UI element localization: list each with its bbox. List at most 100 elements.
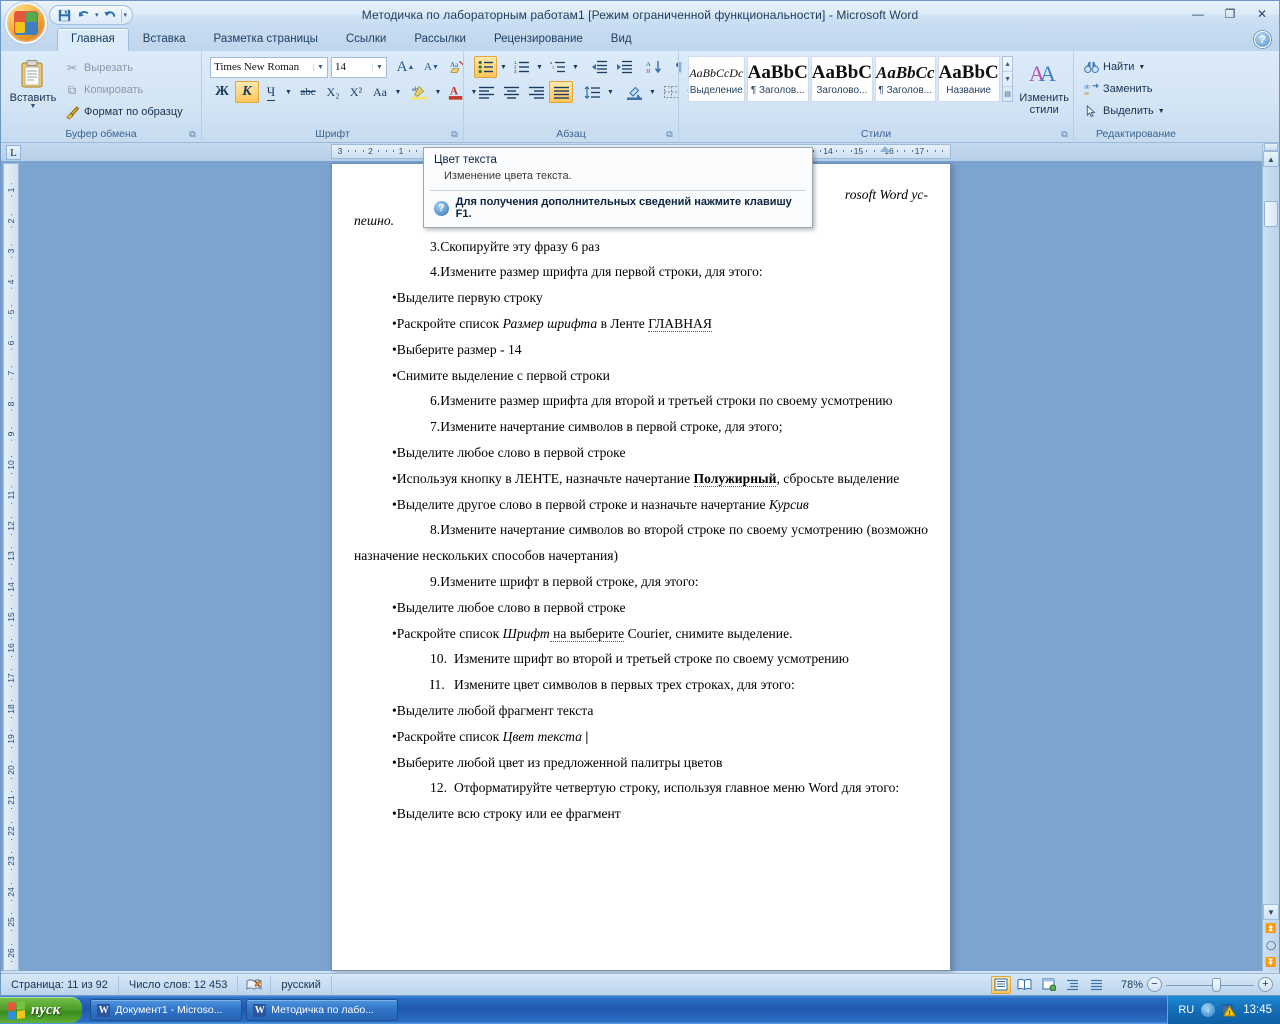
replace-button[interactable]: ab ac Заменить bbox=[1080, 78, 1155, 100]
document-paragraph[interactable]: 8. Измените начертание символов во второ… bbox=[354, 517, 928, 569]
zoom-out-button[interactable]: − bbox=[1147, 977, 1162, 992]
style-item-3[interactable]: AaBbCc ¶ Заголов... bbox=[874, 56, 936, 102]
align-left-button[interactable] bbox=[474, 81, 498, 103]
clipboard-dialog-launcher[interactable]: ⧉ bbox=[187, 129, 198, 140]
tab-view[interactable]: Вид bbox=[597, 28, 646, 51]
undo-icon[interactable] bbox=[75, 7, 93, 24]
status-page-number[interactable]: Страница: 11 из 92 bbox=[1, 975, 119, 994]
highlight-dropdown-icon[interactable]: ▼ bbox=[433, 81, 443, 103]
scroll-down-button[interactable]: ▼ bbox=[1263, 904, 1279, 920]
hanging-indent-marker[interactable] bbox=[880, 146, 890, 152]
select-dropdown-icon[interactable]: ▼ bbox=[1158, 108, 1165, 115]
style-item-1[interactable]: AaBbC ¶ Заголов... bbox=[746, 56, 809, 102]
style-item-4[interactable]: AaBbC Название bbox=[937, 56, 1000, 102]
font-size-combobox[interactable]: 14 ▼ bbox=[331, 56, 387, 78]
multilevel-dropdown-icon[interactable]: ▼ bbox=[570, 56, 581, 78]
underline-dropdown-icon[interactable]: ▼ bbox=[283, 81, 294, 103]
numbered-list-icon[interactable]: 123 bbox=[510, 56, 533, 78]
increase-indent-button[interactable] bbox=[612, 56, 636, 78]
scroll-thumb[interactable] bbox=[1264, 201, 1278, 227]
document-paragraph[interactable]: 6. Измените размер шрифта для второй и т… bbox=[354, 388, 928, 414]
document-paragraph[interactable]: •Выделите любое слово в первой строке bbox=[354, 595, 928, 621]
format-painter-button[interactable]: Формат по образцу bbox=[61, 101, 186, 123]
restore-button[interactable]: ❐ bbox=[1219, 5, 1241, 23]
warning-icon[interactable]: ! bbox=[1221, 1003, 1237, 1017]
document-paragraph[interactable]: 7. Измените начертание символов в первой… bbox=[354, 414, 928, 440]
minimize-button[interactable]: — bbox=[1187, 5, 1209, 23]
cut-button[interactable]: ✂ Вырезать bbox=[61, 57, 186, 79]
document-paragraph[interactable]: •Выделите первую строку bbox=[354, 285, 928, 311]
document-paragraph[interactable]: •Раскройте список Шрифт на выберите Cour… bbox=[354, 621, 928, 647]
paste-dropdown-icon[interactable]: ▼ bbox=[30, 103, 37, 110]
view-web-layout-button[interactable] bbox=[1039, 976, 1059, 994]
undo-dropdown-icon[interactable]: ▾ bbox=[95, 11, 99, 19]
find-dropdown-icon[interactable]: ▼ bbox=[1138, 64, 1145, 71]
line-spacing-button[interactable] bbox=[580, 81, 604, 103]
document-paragraph[interactable]: •Снимите выделение с первой строки bbox=[354, 363, 928, 389]
status-word-count[interactable]: Число слов: 12 453 bbox=[119, 975, 239, 994]
tab-insert[interactable]: Вставка bbox=[129, 28, 200, 51]
tab-mailings[interactable]: Рассылки bbox=[400, 28, 480, 51]
styles-more-icon[interactable]: ▤ bbox=[1002, 86, 1013, 101]
styles-dialog-launcher[interactable]: ⧉ bbox=[1059, 129, 1070, 140]
zoom-in-button[interactable]: + bbox=[1258, 977, 1273, 992]
decrease-indent-button[interactable] bbox=[587, 56, 611, 78]
view-draft-button[interactable] bbox=[1087, 976, 1107, 994]
help-icon[interactable]: ? bbox=[1254, 31, 1271, 48]
paragraph-dialog-launcher[interactable]: ⧉ bbox=[664, 129, 675, 140]
change-case-dropdown-icon[interactable]: ▼ bbox=[393, 81, 403, 103]
document-text-area[interactable]: rosoft Word ус-пешно. 3. Скопируйте эту ф… bbox=[332, 164, 950, 827]
zoom-slider[interactable] bbox=[1166, 977, 1254, 992]
font-dialog-launcher[interactable]: ⧉ bbox=[449, 129, 460, 140]
italic-button[interactable]: К bbox=[235, 81, 259, 103]
document-paragraph[interactable]: •Выделите любой фрагмент текста bbox=[354, 698, 928, 724]
document-paragraph[interactable]: •Выделите любое слово в первой строке bbox=[354, 440, 928, 466]
document-paragraph[interactable]: 10. Измените шрифт во второй и третьей ст… bbox=[354, 646, 928, 672]
bullets-dropdown-icon[interactable]: ▼ bbox=[498, 56, 509, 78]
numbering-dropdown-icon[interactable]: ▼ bbox=[534, 56, 545, 78]
paste-button[interactable]: Вставить ▼ bbox=[5, 56, 61, 110]
previous-page-button[interactable]: ⏫ bbox=[1263, 920, 1279, 937]
close-button[interactable]: ✕ bbox=[1251, 5, 1273, 23]
find-button[interactable]: Найти ▼ bbox=[1080, 56, 1148, 78]
shading-dropdown-icon[interactable]: ▼ bbox=[647, 81, 658, 103]
bold-button[interactable]: Ж bbox=[210, 81, 234, 103]
document-paragraph[interactable]: •Раскройте список Цвет текста | bbox=[354, 724, 928, 750]
document-paragraph[interactable]: 4. Измените размер шрифта для первой стр… bbox=[354, 259, 928, 285]
proofing-errors-icon[interactable] bbox=[238, 975, 272, 994]
next-page-button[interactable]: ⏬ bbox=[1263, 954, 1279, 971]
shading-icon[interactable] bbox=[622, 81, 646, 103]
font-name-combobox[interactable]: Times New Roman ▼ bbox=[210, 56, 328, 78]
styles-scroll-up-icon[interactable]: ▲ bbox=[1003, 57, 1013, 71]
change-styles-button[interactable]: A A Изменить стили bbox=[1019, 56, 1069, 116]
zoom-level-label[interactable]: 78% bbox=[1121, 979, 1143, 991]
text-highlight-button[interactable]: ab bbox=[408, 81, 432, 103]
styles-gallery-scrollbar[interactable]: ▲ ▼ ▤ bbox=[1001, 56, 1014, 102]
document-paragraph[interactable]: •Используя кнопку в ЛЕНТЕ, назначьте нач… bbox=[354, 466, 928, 492]
justify-button[interactable] bbox=[549, 81, 573, 103]
zoom-slider-thumb[interactable] bbox=[1211, 977, 1221, 992]
document-paragraph[interactable]: •Раскройте список Размер шрифта в Ленте … bbox=[354, 311, 928, 337]
document-paragraph[interactable]: 3. Скопируйте эту фразу 6 раз bbox=[354, 234, 928, 260]
strikethrough-button[interactable]: abc bbox=[295, 81, 321, 103]
font-name-dropdown-icon[interactable]: ▼ bbox=[313, 63, 327, 71]
copy-button[interactable]: ⧉ Копировать bbox=[61, 79, 186, 101]
select-button[interactable]: Выделить ▼ bbox=[1080, 100, 1168, 122]
tab-review[interactable]: Рецензирование bbox=[480, 28, 597, 51]
view-full-screen-reading-button[interactable] bbox=[1015, 976, 1035, 994]
style-item-2[interactable]: AaBbC Заголово... bbox=[810, 56, 873, 102]
show-hidden-icons-icon[interactable]: ‹ bbox=[1201, 1003, 1216, 1017]
save-icon[interactable] bbox=[55, 7, 73, 24]
align-right-button[interactable] bbox=[524, 81, 548, 103]
change-case-button[interactable]: Aa bbox=[368, 81, 392, 103]
document-page[interactable]: rosoft Word ус-пешно. 3. Скопируйте эту ф… bbox=[331, 163, 951, 971]
subscript-button[interactable]: X₂ bbox=[322, 81, 344, 103]
multilevel-list-icon[interactable]: a1 bbox=[546, 56, 569, 78]
tab-home[interactable]: Главная bbox=[57, 28, 129, 51]
redo-icon[interactable] bbox=[101, 7, 119, 24]
underline-button[interactable]: Ч bbox=[260, 81, 282, 103]
view-outline-button[interactable] bbox=[1063, 976, 1083, 994]
document-paragraph[interactable]: •Выберите любой цвет из предложенной пал… bbox=[354, 750, 928, 776]
align-center-button[interactable] bbox=[499, 81, 523, 103]
vertical-ruler[interactable]: · 1 · · 2 · · 3 · · 4 · · 5 · · 6 · · 7 · · 8 ·… bbox=[3, 163, 19, 971]
